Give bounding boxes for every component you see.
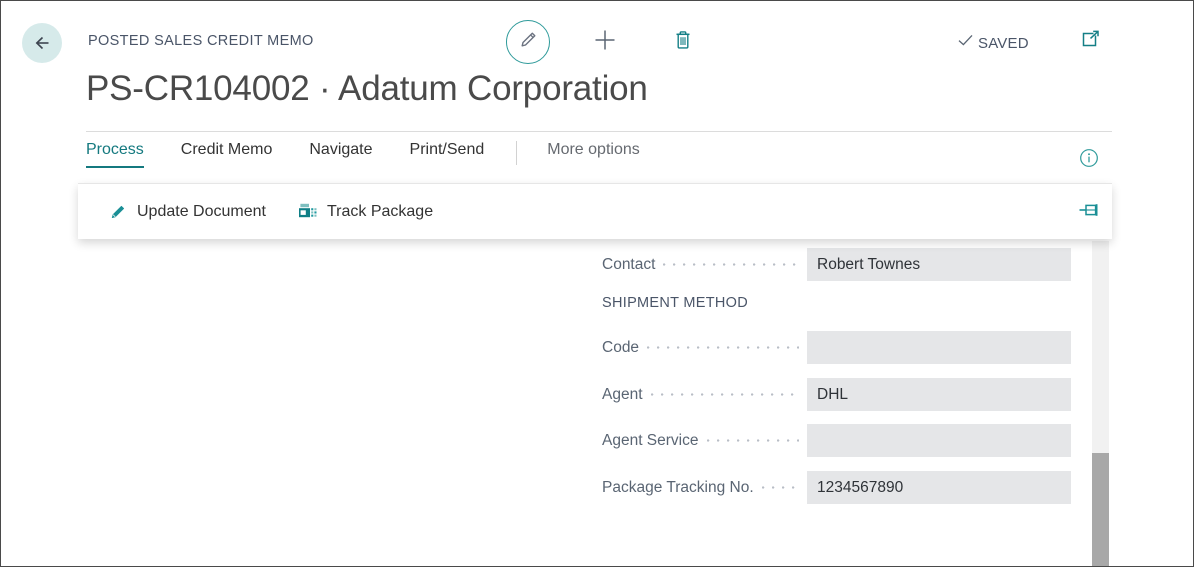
open-in-new-window-icon	[1079, 29, 1103, 56]
edit-button[interactable]	[506, 20, 550, 64]
back-button[interactable]	[22, 23, 62, 63]
field-agent: Agent DHL	[602, 378, 1071, 411]
leader-dots	[707, 433, 800, 448]
tab-print-send[interactable]: Print/Send	[410, 141, 485, 168]
field-agent-service: Agent Service	[602, 424, 1071, 457]
leader-dots	[663, 257, 799, 272]
information-button[interactable]	[1077, 148, 1101, 172]
back-arrow-icon	[31, 32, 53, 54]
agent-service-input[interactable]	[807, 424, 1071, 457]
field-code: Code	[602, 331, 1071, 364]
delete-button[interactable]	[668, 26, 698, 58]
page-header: POSTED SALES CREDIT MEMO PS-CR104002 · A…	[1, 1, 1194, 119]
section-heading-shipment-method: SHIPMENT METHOD	[602, 295, 748, 311]
pencil-icon	[516, 28, 540, 57]
trash-icon	[672, 28, 694, 57]
code-input[interactable]	[807, 331, 1071, 364]
breadcrumb: POSTED SALES CREDIT MEMO	[88, 33, 314, 49]
field-label: Package Tracking No.	[602, 479, 754, 497]
page-title: PS-CR104002 · Adatum Corporation	[86, 69, 648, 109]
track-package-button[interactable]: Track Package	[298, 202, 433, 222]
save-status-label: SAVED	[978, 35, 1029, 52]
field-package-tracking-no: Package Tracking No. 1234567890	[602, 471, 1071, 504]
information-icon	[1078, 147, 1100, 174]
new-button[interactable]	[590, 27, 620, 57]
status-badge: SAVED	[956, 31, 1029, 55]
ribbon-tabs: Process Credit Memo Navigate Print/Send …	[86, 141, 640, 181]
pin-icon	[1077, 200, 1101, 225]
tab-process[interactable]: Process	[86, 141, 144, 168]
track-package-icon	[298, 202, 318, 222]
field-label: Code	[602, 339, 639, 357]
pencil-icon	[108, 202, 128, 222]
field-label: Agent	[602, 386, 643, 404]
ribbon-actions: Update Document Trac	[108, 184, 465, 240]
open-in-new-window-button[interactable]	[1077, 29, 1105, 55]
leader-dots	[762, 480, 799, 495]
field-label: Contact	[602, 256, 655, 274]
shipment-details-form: Contact Robert Townes SHIPMENT METHOD Co…	[1, 239, 1194, 567]
update-document-button[interactable]: Update Document	[108, 202, 266, 222]
track-package-label: Track Package	[327, 203, 433, 221]
header-divider	[86, 131, 1112, 132]
agent-input[interactable]: DHL	[807, 378, 1071, 411]
checkmark-icon	[956, 31, 975, 55]
update-document-label: Update Document	[137, 203, 266, 221]
plus-icon	[592, 27, 618, 58]
right-gutter	[1109, 240, 1194, 567]
tab-navigate[interactable]: Navigate	[309, 141, 372, 168]
package-tracking-no-input[interactable]: 1234567890	[807, 471, 1071, 504]
tab-divider	[516, 141, 517, 165]
posted-sales-credit-memo-page: POSTED SALES CREDIT MEMO PS-CR104002 · A…	[0, 0, 1194, 567]
tab-more-options[interactable]: More options	[547, 141, 640, 168]
vertical-scrollbar-thumb[interactable]	[1092, 453, 1109, 567]
ribbon-panel: Update Document Trac	[78, 183, 1112, 239]
leader-dots	[651, 387, 799, 402]
field-label: Agent Service	[602, 432, 699, 450]
pin-ribbon-button[interactable]	[1076, 200, 1102, 224]
tab-credit-memo[interactable]: Credit Memo	[181, 141, 273, 168]
contact-input[interactable]: Robert Townes	[807, 248, 1071, 281]
leader-dots	[647, 340, 799, 355]
field-contact: Contact Robert Townes	[602, 248, 1071, 281]
